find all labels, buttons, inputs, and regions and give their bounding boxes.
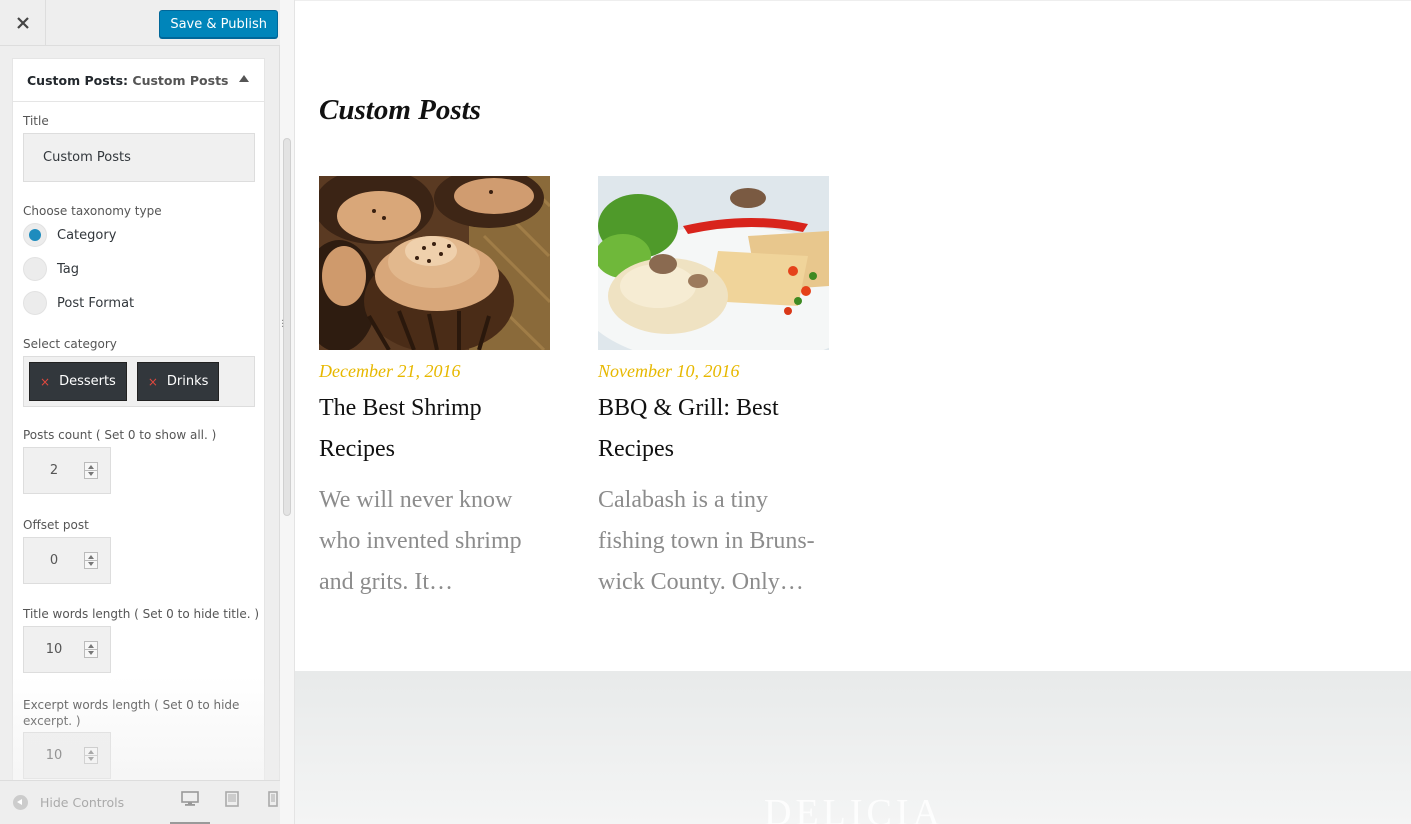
spinner-icon[interactable] [84,462,98,479]
excerpt-words-value: 10 [45,748,63,763]
posts-count-value: 2 [49,463,59,478]
post-excerpt: We will never know who invented shrimp a… [319,487,522,595]
category-chip-desserts[interactable]: × Desserts [29,362,127,401]
cupcakes-photo[interactable] [319,176,550,350]
category-radio[interactable] [23,223,47,247]
scrollbar-thumb[interactable] [283,138,291,516]
widget-title: Custom Posts [319,94,481,126]
close-button[interactable] [0,0,46,46]
post-card: December 21, 2016 The Best Shrimp Recipe… [319,176,550,603]
customizer-header: Save & Publish [0,0,280,46]
preview-tablet-button[interactable] [212,791,252,824]
widget-name: Custom Posts: [27,72,129,88]
title-words-input[interactable]: 10 [23,626,111,673]
title-label: Title [23,114,49,128]
collapse-arrow-icon [13,795,28,810]
select-category-label: Select category [23,337,117,351]
offset-post-value: 0 [49,553,59,568]
tag-radio-label: Tag [57,261,80,277]
category-radio-label: Category [57,227,117,243]
customizer-sidebar: Save & Publish Custom Posts: Custom Post… [0,0,280,824]
mobile-icon [268,791,278,807]
post-date: December 21, 2016 [319,361,461,381]
spinner-icon[interactable] [84,747,98,764]
hide-controls-button[interactable]: Hide Controls [13,795,124,810]
crepe-plate-photo[interactable] [598,176,829,350]
spinner-icon[interactable] [84,552,98,569]
category-chip-label: Desserts [59,374,116,389]
remove-tag-icon[interactable]: × [40,375,50,389]
preview-top-border [295,0,1411,1]
post-title-link[interactable]: BBQ & Grill: Best Recipes [598,388,829,470]
offset-post-label: Offset post [23,518,89,532]
save-publish-button[interactable]: Save & Publish [159,10,278,38]
custom-posts-widget: Custom Posts: Custom Posts Title Custom … [12,58,265,780]
post-date: November 10, 2016 [598,361,740,381]
spinner-icon[interactable] [84,641,98,658]
widget-instance-title: Custom Posts [132,72,229,88]
controls-scroll-area[interactable]: Custom Posts: Custom Posts Title Custom … [0,46,280,780]
post-card: November 10, 2016 BBQ & Grill: Best Reci… [598,176,829,603]
triangle-up-icon[interactable] [239,75,249,82]
preview-desktop-button[interactable] [170,791,210,824]
category-select[interactable]: × Desserts × Drinks [23,356,255,407]
offset-post-input[interactable]: 0 [23,537,111,584]
customizer-footer: Hide Controls [0,780,280,824]
post-title-link[interactable]: The Best Shrimp Recipes [319,388,550,470]
excerpt-words-input[interactable]: 10 [23,732,111,779]
post-format-radio[interactable] [23,291,47,315]
tag-radio[interactable] [23,257,47,281]
sidebar-scrollbar[interactable]: · · · [280,0,295,824]
post-format-radio-label: Post Format [57,295,135,311]
site-preview: Custom Posts December 21, 2016 The Best … [295,0,1411,824]
radio-option-category[interactable]: Category [23,223,116,247]
posts-count-input[interactable]: 2 [23,447,111,494]
remove-tag-icon[interactable]: × [148,375,158,389]
site-logo[interactable]: DELICIA [764,791,944,824]
title-words-value: 10 [45,642,63,657]
radio-option-tag[interactable]: Tag [23,257,79,281]
site-footer: DELICIA [295,671,1411,824]
resize-handle-icon[interactable]: · · · [281,317,284,333]
hide-controls-label: Hide Controls [40,795,125,810]
radio-option-post-format[interactable]: Post Format [23,291,134,315]
close-icon [16,17,29,29]
desktop-icon [181,791,199,806]
taxonomy-type-label: Choose taxonomy type [23,204,162,218]
post-excerpt: Calabash is a tiny fishing town in Bruns… [598,487,815,595]
tablet-icon [225,791,239,807]
widget-header[interactable]: Custom Posts: Custom Posts [13,59,264,102]
category-chip-drinks[interactable]: × Drinks [136,362,220,401]
category-chip-label: Drinks [166,374,209,389]
title-words-label: Title words length ( Set 0 to hide title… [23,607,260,621]
excerpt-words-label: Excerpt words length ( Set 0 to hide exc… [23,698,240,728]
title-input[interactable]: Custom Posts [23,133,255,182]
posts-count-label: Posts count ( Set 0 to show all. ) [23,428,217,442]
